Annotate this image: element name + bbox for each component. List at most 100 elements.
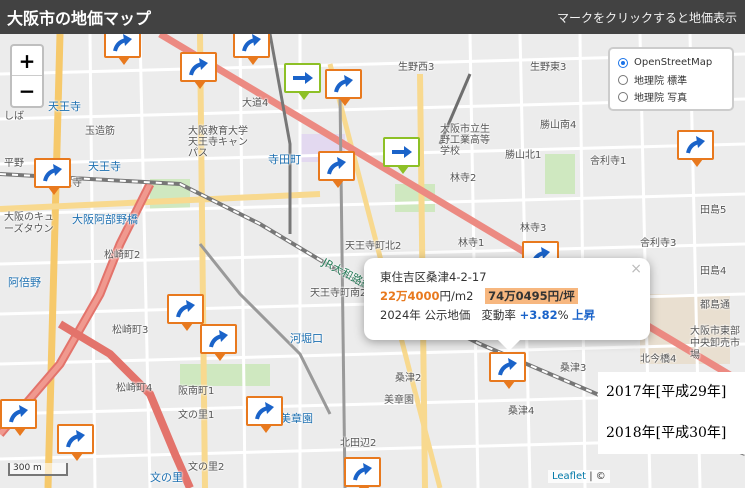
price-per-m2: 22万4000 — [380, 289, 440, 303]
change-label: 変動率 — [481, 308, 516, 322]
arrow-up-right-icon — [241, 34, 261, 52]
layer-option-osm[interactable]: OpenStreetMap — [618, 54, 724, 71]
layer-option-gsi-standard[interactable]: 地理院 標準 — [618, 71, 724, 88]
layer-option-label: 地理院 標準 — [634, 76, 688, 87]
map-label: 桑津2 — [395, 373, 422, 384]
arrow-right-icon — [391, 146, 412, 158]
zoom-control: + − — [10, 44, 44, 108]
price-marker-up[interactable] — [200, 324, 237, 361]
map-label: 阪南町1 — [178, 386, 215, 397]
layer-switcher: OpenStreetMap 地理院 標準 地理院 写真 — [608, 47, 734, 111]
arrow-up-right-icon — [208, 330, 228, 348]
price-marker-up[interactable] — [57, 424, 94, 461]
year-list: 2017年[平成29年] 2018年[平成30年] — [598, 372, 745, 454]
radio-icon[interactable] — [618, 74, 628, 85]
map-label: 天王寺 — [88, 160, 121, 173]
price-marker-flat[interactable] — [284, 63, 321, 100]
price-marker-up[interactable] — [34, 158, 71, 195]
map-label: 文の里 — [150, 471, 183, 484]
arrow-up-right-icon — [497, 358, 517, 376]
map-label: 都島通 — [700, 300, 730, 311]
map-label: 生野西3 — [398, 62, 435, 73]
popup-price-row: 22万4000円/m2 74万0495円/坪 — [380, 287, 634, 306]
map-label: 阿倍野 — [8, 276, 41, 289]
price-unit: 円/m2 — [439, 289, 474, 303]
price-marker-up[interactable] — [677, 130, 714, 167]
page-title: 大阪市の地価マップ — [7, 9, 152, 28]
map-label: 大阪教育大学 天王寺キャンパス — [188, 126, 248, 159]
attribution-text: | © — [586, 471, 606, 482]
price-marker-up[interactable] — [167, 294, 204, 331]
radio-icon[interactable] — [618, 91, 628, 102]
radio-selected-icon[interactable] — [618, 57, 628, 68]
map-label: 林寺3 — [520, 223, 547, 234]
popup-close-button[interactable]: × — [630, 261, 642, 277]
map-label: 林寺2 — [450, 173, 477, 184]
price-marker-up[interactable] — [104, 34, 141, 65]
map-label: 勝山北1 — [505, 150, 542, 161]
price-marker-up[interactable] — [0, 399, 37, 436]
map-label: 大阪市東部中央卸売市場 — [690, 326, 740, 361]
price-marker-up[interactable] — [246, 396, 283, 433]
map-label: 松崎町4 — [116, 383, 153, 394]
price-marker-up[interactable] — [318, 151, 355, 188]
map-label: 北今橋4 — [640, 354, 677, 365]
layer-option-gsi-photo[interactable]: 地理院 写真 — [618, 88, 724, 105]
map-label: 舎利寺1 — [590, 156, 627, 167]
popup-detail-row: 2024年 公示地価 変動率 +3.82% 上昇 — [380, 306, 634, 325]
price-marker-up[interactable] — [344, 457, 381, 488]
price-marker-flat[interactable] — [383, 137, 420, 174]
map-label: 平野 — [4, 158, 24, 169]
change-value: +3.82 — [519, 308, 558, 322]
price-per-tsubo: 74万0495円/坪 — [485, 288, 578, 304]
price-marker-up[interactable] — [180, 52, 217, 89]
map-label: 田島5 — [700, 205, 727, 216]
map-label: 大阪阿部野橋 — [72, 213, 138, 226]
map-label: 天王寺 — [48, 100, 81, 113]
arrow-up-right-icon — [333, 75, 353, 93]
layer-option-label: OpenStreetMap — [634, 57, 713, 68]
map-label: 松崎町3 — [112, 325, 149, 336]
year-item[interactable]: 2017年[平成29年] — [598, 372, 745, 413]
arrow-up-right-icon — [112, 34, 132, 52]
arrow-up-right-icon — [326, 157, 346, 175]
title-bar: 大阪市の地価マップ マークをクリックすると地価表示 — [0, 0, 745, 34]
map-label: 生野東3 — [530, 62, 567, 73]
map-label: 林寺1 — [458, 238, 485, 249]
map-label: 文の里1 — [178, 410, 215, 421]
scale-bar: 300 m — [8, 463, 68, 476]
map-label: 舎利寺3 — [640, 238, 677, 249]
change-unit: % — [557, 308, 569, 322]
popup-source: 公示地価 — [424, 308, 471, 322]
map-label: しば — [4, 111, 24, 122]
map-label: 大阪市立生野工業高等学校 — [440, 124, 490, 157]
map-label: 桑津4 — [508, 406, 535, 417]
usage-hint: マークをクリックすると地価表示 — [556, 10, 737, 25]
map-label: 大阪のキューズタウン — [4, 212, 54, 235]
arrow-up-right-icon — [685, 136, 705, 154]
map-label: 美章園 — [280, 412, 313, 425]
year-item[interactable]: 2018年[平成30年] — [598, 413, 745, 454]
map-label: 玉造筋 — [85, 126, 115, 137]
arrow-up-right-icon — [8, 405, 28, 423]
map-label: 大道4 — [242, 98, 269, 109]
zoom-in-button[interactable]: + — [12, 46, 42, 76]
arrow-up-right-icon — [352, 463, 372, 481]
price-marker-up[interactable] — [325, 69, 362, 106]
layer-option-label: 地理院 写真 — [634, 93, 688, 104]
map-label: 河堀口 — [290, 332, 323, 345]
app-window: 大阪市の地価マップ マークをクリックすると地価表示 天王寺 天王寺 大阪阿部野橋… — [0, 0, 745, 488]
leaflet-link[interactable]: Leaflet — [552, 471, 586, 482]
arrow-up-right-icon — [65, 430, 85, 448]
price-marker-up[interactable] — [489, 352, 526, 389]
zoom-out-button[interactable]: − — [12, 76, 42, 106]
popup-year: 2024年 — [380, 308, 421, 322]
map-label: 桑津3 — [560, 363, 587, 374]
trend-text: 上昇 — [572, 308, 596, 322]
arrow-up-right-icon — [175, 300, 195, 318]
map-attribution: Leaflet | © — [548, 470, 610, 483]
map-label: 松崎町2 — [104, 250, 141, 261]
map-label: 田島4 — [700, 266, 727, 277]
popup-address: 東住吉区桑津4-2-17 — [380, 270, 487, 284]
price-marker-up[interactable] — [233, 34, 270, 65]
